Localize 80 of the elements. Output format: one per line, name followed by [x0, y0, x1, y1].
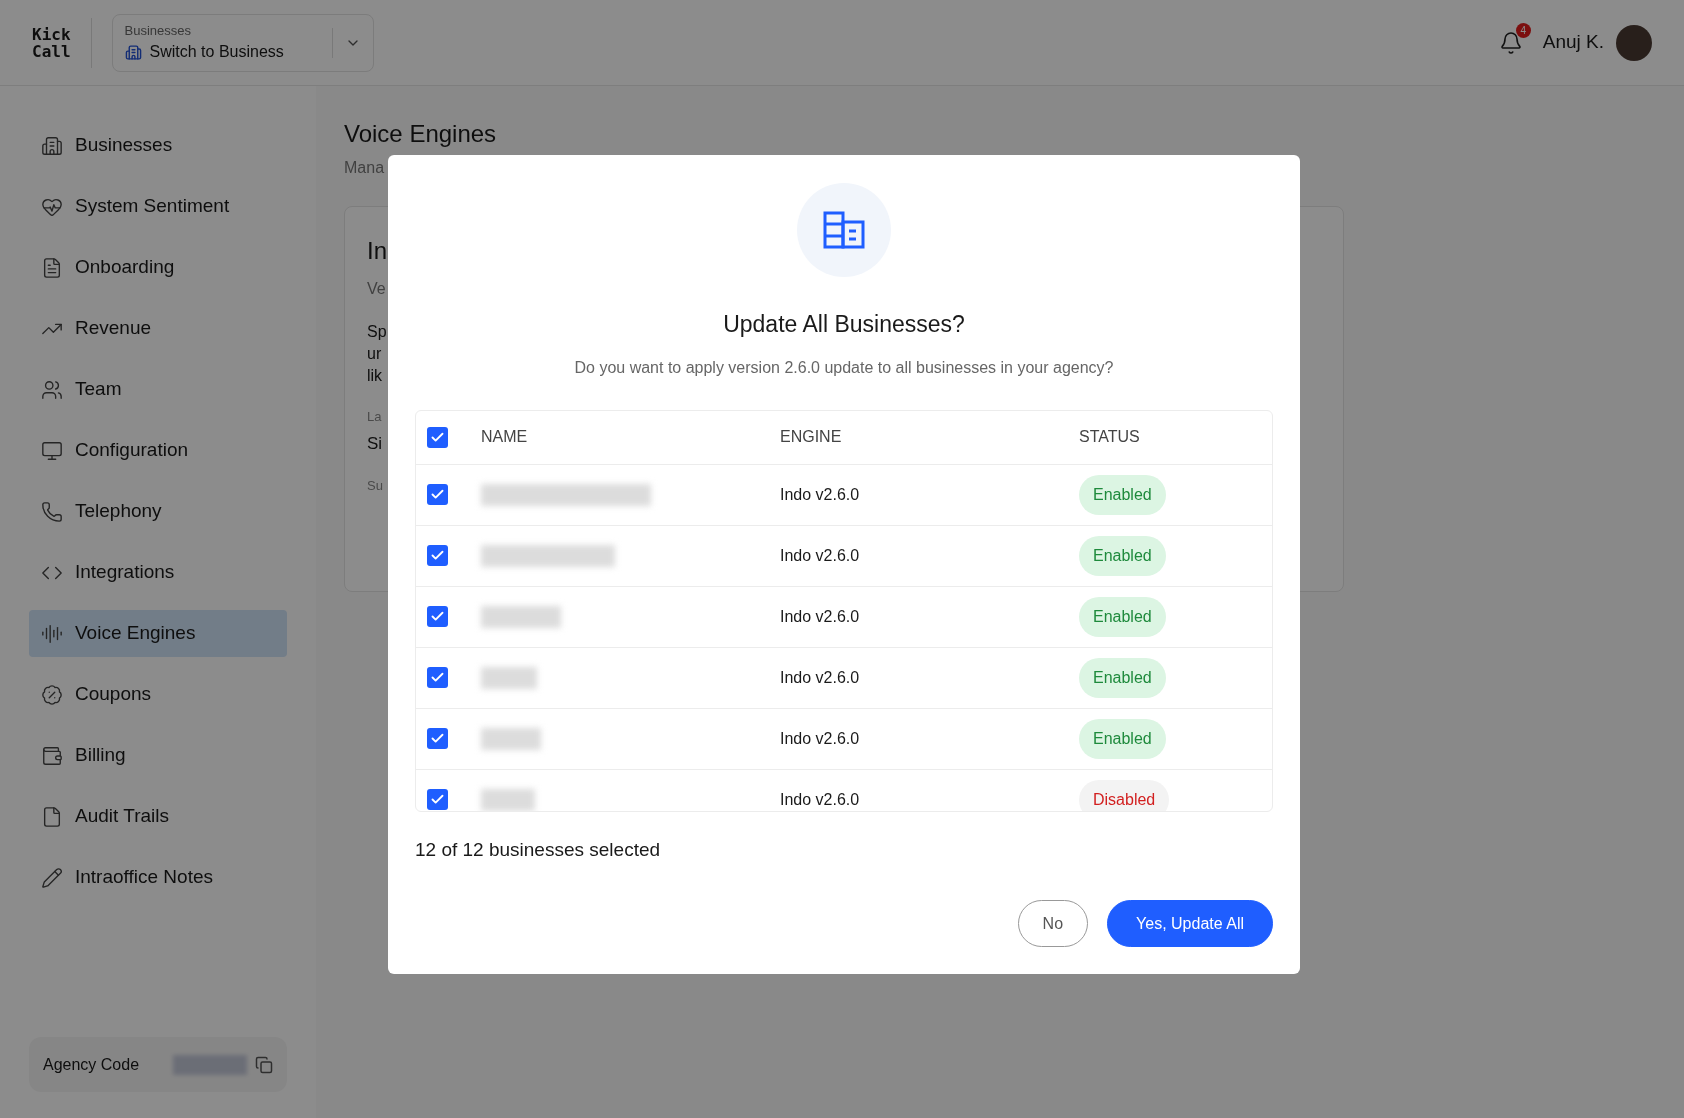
blurred-name: [481, 666, 537, 689]
file-icon: [41, 805, 63, 828]
description-line: lik: [367, 366, 383, 386]
checkbox[interactable]: [427, 789, 448, 810]
field-label: La: [367, 408, 382, 426]
confirm-button[interactable]: Yes, Update All: [1107, 900, 1273, 947]
page-title: Voice Engines: [344, 119, 498, 149]
status-badge: Enabled: [1079, 596, 1166, 637]
agency-code-label: Agency Code: [43, 1054, 140, 1075]
document-icon: [41, 256, 63, 279]
dialog-title: Update All Businesses?: [723, 310, 965, 339]
status-badge: Disabled: [1079, 779, 1170, 811]
phone-icon: [41, 500, 63, 523]
user-name: Anuj K.: [1542, 30, 1604, 55]
sidebar-item[interactable]: Revenue: [29, 305, 287, 352]
table-cell-text: Indo v2.6.0: [780, 606, 861, 627]
checkbox[interactable]: [427, 728, 448, 749]
blurred-name: [481, 788, 535, 811]
blurred-name: [481, 727, 541, 750]
sidebar-item[interactable]: Onboarding: [29, 244, 287, 291]
status-badge: Enabled: [1079, 657, 1166, 698]
sidebar-item[interactable]: Audit Trails: [29, 793, 287, 840]
checkbox[interactable]: [427, 606, 448, 627]
status-badge: Enabled: [1079, 718, 1166, 759]
check-icon: [430, 731, 445, 746]
check-icon: [430, 670, 445, 685]
pencil-icon: [41, 866, 63, 889]
sidebar-item[interactable]: Telephony: [29, 488, 287, 535]
notification-count: 4: [1515, 22, 1531, 38]
table-cell-text: Indo v2.6.0: [780, 667, 861, 688]
table-cell-text: Indo v2.6.0: [780, 484, 861, 505]
sidebar-item[interactable]: Integrations: [29, 549, 287, 596]
monitor-icon: [41, 439, 63, 462]
sidebar-item[interactable]: Voice Engines: [29, 610, 287, 657]
check-icon: [430, 487, 445, 502]
switcher-value: Switch to Business: [149, 42, 284, 63]
percent-badge-icon: [41, 683, 63, 706]
table-cell-text: Indo v2.6.0: [780, 789, 861, 810]
dialog-message: Do you want to apply version 2.6.0 update to all businesses in your agency?: [574, 357, 1114, 378]
check-icon: [430, 548, 445, 563]
people-icon: [41, 378, 63, 401]
sidebar-item[interactable]: Intraoffice Notes: [29, 854, 287, 901]
building-icon: [124, 43, 142, 61]
sidebar-item[interactable]: System Sentiment: [29, 183, 287, 230]
sidebar-item[interactable]: Businesses: [29, 122, 287, 169]
description-line: ur: [367, 344, 382, 364]
sidebar-item[interactable]: Billing: [29, 732, 287, 779]
checkbox[interactable]: [427, 426, 448, 448]
page-subtitle: Mana: [344, 158, 386, 178]
card-version: Ve: [367, 279, 386, 299]
check-icon: [430, 609, 445, 624]
status-badge: Enabled: [1079, 474, 1166, 515]
checkbox[interactable]: [427, 667, 448, 688]
checkbox[interactable]: [427, 545, 448, 566]
wallet-icon: [41, 744, 63, 767]
sidebar-item[interactable]: Configuration: [29, 427, 287, 474]
check-icon: [430, 792, 445, 807]
business-switcher[interactable]: Businesses Switch to Business: [111, 13, 374, 72]
column-header: NAME: [481, 427, 529, 447]
checkbox[interactable]: [427, 484, 448, 505]
field-value: Si: [367, 432, 383, 455]
cancel-button[interactable]: No: [1017, 900, 1089, 947]
card-title: In: [367, 236, 387, 266]
avatar[interactable]: [1616, 24, 1652, 61]
logo: Kick Call: [32, 17, 92, 68]
column-header: ENGINE: [780, 427, 843, 447]
audio-wave-icon: [41, 622, 63, 645]
column-header: STATUS: [1079, 427, 1140, 447]
section-label: Su: [367, 477, 383, 495]
switcher-label: Businesses: [124, 21, 192, 40]
selection-summary: 12 of 12 businesses selected: [415, 837, 661, 862]
copy-icon[interactable]: [255, 1055, 273, 1074]
table-cell-text: Indo v2.6.0: [780, 728, 861, 749]
sidebar-item[interactable]: Team: [29, 366, 287, 413]
building-icon: [823, 211, 865, 249]
building-icon: [41, 134, 63, 157]
status-badge: Enabled: [1079, 535, 1166, 576]
table-cell-text: Indo v2.6.0: [780, 545, 861, 566]
sidebar-item[interactable]: Coupons: [29, 671, 287, 718]
description-line: Sp: [367, 322, 387, 342]
